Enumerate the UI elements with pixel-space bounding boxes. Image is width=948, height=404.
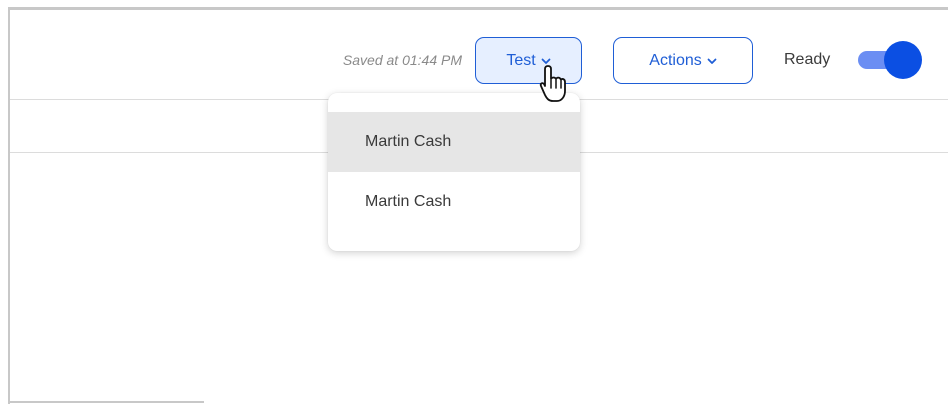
ready-label: Ready: [784, 51, 831, 68]
panel-left-border: [8, 7, 10, 404]
ready-toggle[interactable]: [858, 41, 922, 79]
ready-toggle-knob: [884, 41, 922, 79]
chevron-down-icon: [541, 58, 551, 64]
dropdown-item-martin-cash-1[interactable]: Martin Cash: [328, 112, 580, 172]
saved-status-text: Saved at 01:44 PM: [342, 52, 462, 68]
panel-top-border: [8, 7, 948, 10]
test-dropdown-button[interactable]: Test: [475, 37, 582, 84]
panel-bottom-border: [8, 401, 204, 403]
actions-dropdown-button[interactable]: Actions: [613, 37, 753, 84]
test-dropdown-menu: Martin Cash Martin Cash: [328, 93, 580, 251]
actions-button-label: Actions: [649, 51, 702, 69]
dropdown-item-martin-cash-2[interactable]: Martin Cash: [328, 172, 580, 232]
editor-panel: Saved at 01:44 PM Test Actions Ready Mar…: [0, 0, 948, 404]
chevron-down-icon: [707, 58, 717, 64]
test-button-label: Test: [506, 51, 536, 69]
